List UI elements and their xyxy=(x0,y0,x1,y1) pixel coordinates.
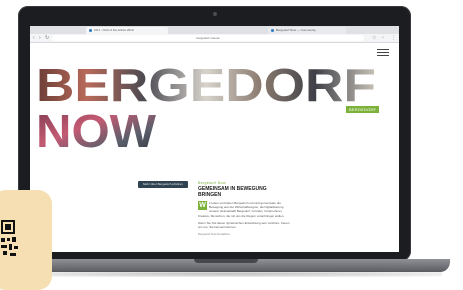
browser-toolbar: ‹ › ↻ bergedorf-now.de ☆ ▫ ⋮ xyxy=(30,34,399,43)
drop-cap: W xyxy=(198,201,207,210)
laptop-lid: CDJ - Club of the Artists 2019 Bergedorf… xyxy=(18,6,411,261)
extensions-icon[interactable]: ▫ xyxy=(382,35,384,41)
kebab-menu-icon[interactable]: ⋮ xyxy=(391,35,396,41)
cta-button[interactable]: Mehr über Bergedorf erfahren xyxy=(138,181,188,188)
web-page: BERGEDORF NOW BERGEDORF Mehr über Berged… xyxy=(30,43,399,252)
laptop-shadow xyxy=(10,271,442,277)
favicon-icon xyxy=(89,29,92,32)
laptop-screen: CDJ - Club of the Artists 2019 Bergedorf… xyxy=(30,26,399,252)
article-kicker: Bergedorf Now xyxy=(198,181,226,185)
laptop-notch xyxy=(194,259,258,263)
browser-tab-active[interactable]: Bergedorf Now — Community xyxy=(268,27,346,34)
favicon-icon xyxy=(271,29,274,32)
article: Bergedorf Now GEMEINSAM IN BEWEGUNG BRIN… xyxy=(198,181,290,236)
hero-word-2: NOW xyxy=(36,105,157,149)
article-headline: GEMEINSAM IN BEWEGUNG BRINGEN xyxy=(198,186,267,198)
hamburger-menu-icon[interactable] xyxy=(377,49,389,57)
star-icon[interactable]: ☆ xyxy=(372,35,376,41)
camera-icon xyxy=(212,12,217,16)
article-body: ir leben und lieben Bergedorf und sind g… xyxy=(198,201,285,218)
browser-tab[interactable]: CDJ - Club of the Artists 2019 xyxy=(86,27,168,34)
tab-label: Bergedorf Now — Community xyxy=(276,28,316,32)
hero-banner: BERGEDORF NOW BERGEDORF xyxy=(30,57,399,149)
hero-word-1: BERGEDORF xyxy=(36,59,376,111)
address-bar[interactable]: bergedorf-now.de xyxy=(52,35,364,41)
browser-tabstrip: CDJ - Club of the Artists 2019 Bergedorf… xyxy=(30,26,399,34)
article-author: Bergedorf Now Redaktion xyxy=(198,232,231,237)
back-icon[interactable]: ‹ xyxy=(33,35,35,41)
forward-icon[interactable]: › xyxy=(39,35,41,41)
qr-code-icon[interactable] xyxy=(0,216,20,279)
hero-green-label: BERGEDORF xyxy=(346,106,380,113)
reload-icon[interactable]: ↻ xyxy=(45,35,49,41)
url-text: bergedorf-now.de xyxy=(196,36,220,40)
article-body: Wenn Sie Teil dieser dynamischen Entwick… xyxy=(198,220,290,230)
tab-label: CDJ - Club of the Artists 2019 xyxy=(94,28,134,32)
